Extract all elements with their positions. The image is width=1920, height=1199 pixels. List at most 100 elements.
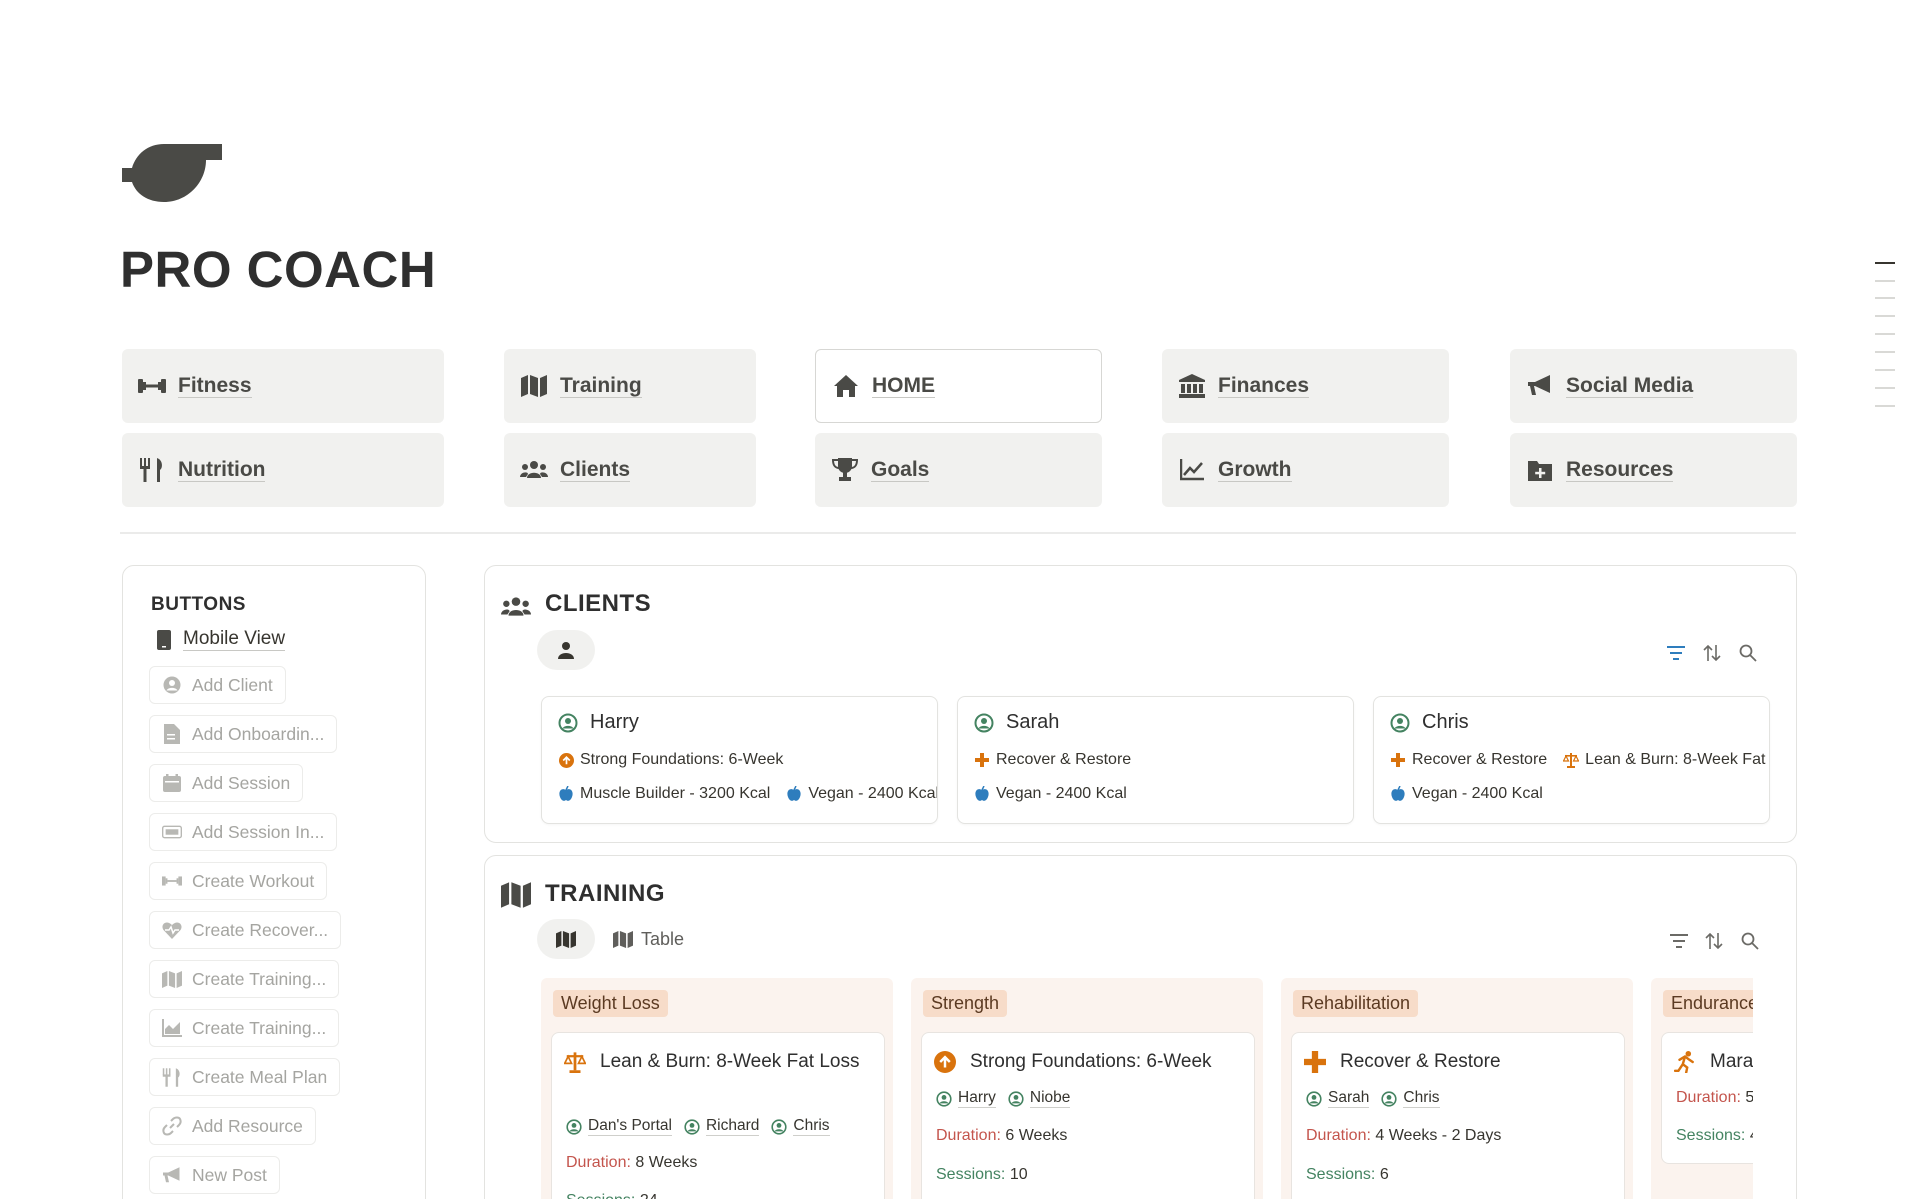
nav-growth[interactable]: Growth [1162, 433, 1449, 507]
search-icon[interactable] [1737, 642, 1759, 664]
duration-field: Duration: 5 W [1676, 1089, 1753, 1107]
client-chip[interactable]: Niobe [1008, 1089, 1071, 1108]
outline-mark[interactable] [1875, 351, 1895, 353]
add-session-info-button[interactable]: Add Session In... [149, 813, 338, 851]
outline-mark[interactable] [1875, 262, 1895, 264]
training-card[interactable]: Recover & Restore Sarah Chris Duration: … [1291, 1032, 1625, 1199]
sessions-label: Sessions: [566, 1192, 635, 1199]
add-resource-button[interactable]: Add Resource [149, 1107, 316, 1145]
clients-view-tab[interactable] [537, 630, 595, 670]
nav-clients[interactable]: Clients [504, 433, 756, 507]
create-meal-plan-button[interactable]: Create Meal Plan [149, 1058, 341, 1096]
button-label: Create Recover... [192, 919, 329, 940]
outline-mark[interactable] [1875, 369, 1895, 371]
client-chip-name: Chris [793, 1117, 830, 1136]
heartbeat-icon [162, 920, 182, 940]
nav-training[interactable]: Training [504, 349, 756, 423]
client-chip[interactable]: Sarah [1306, 1089, 1370, 1108]
filter-icon[interactable] [1665, 642, 1687, 664]
outline-mark[interactable] [1875, 315, 1895, 317]
training-clients: Dan's Portal Richard Chris [566, 1117, 842, 1136]
client-chip[interactable]: Chris [1381, 1089, 1440, 1108]
map-icon [162, 969, 182, 989]
duration-value-2: 2 [1451, 1127, 1461, 1144]
nav-fitness[interactable]: Fitness [122, 349, 444, 423]
duration-unit: Weeks [1388, 1127, 1438, 1144]
add-client-button[interactable]: Add Client [149, 666, 286, 704]
meal-tag: Muscle Builder - 3200 Kcal [558, 785, 770, 803]
client-programs: Recover & Restore [974, 751, 1147, 769]
create-workout-button[interactable]: Create Workout [149, 862, 328, 900]
training-card[interactable]: Marath Duration: 5 W Sessions: 4 [1661, 1032, 1753, 1164]
button-label: Add Session In... [192, 821, 325, 842]
client-chip[interactable]: Dan's Portal [566, 1117, 672, 1136]
create-training-log-button[interactable]: Create Training... [149, 1009, 340, 1047]
add-session-button[interactable]: Add Session [149, 764, 304, 802]
client-chip[interactable]: Richard [684, 1117, 760, 1136]
page-title: PRO COACH [120, 241, 437, 298]
map-icon [520, 372, 548, 400]
whistle-icon [122, 144, 222, 202]
client-programs: Strong Foundations: 6-Week [558, 751, 799, 769]
outline-mark[interactable] [1875, 297, 1895, 299]
meal-label: Vegan - 2400 Kcal [996, 785, 1127, 802]
phone-icon [157, 629, 171, 650]
client-card[interactable]: Chris Recover & Restore Lean & Burn: 8-W… [1373, 696, 1770, 824]
duration-field: Duration: 4 Weeks - 2 Days [1306, 1127, 1501, 1145]
nav-nutrition[interactable]: Nutrition [122, 433, 444, 507]
training-card[interactable]: Lean & Burn: 8-Week Fat Loss Dan's Porta… [551, 1032, 885, 1199]
duration-value: 5 [1745, 1089, 1753, 1106]
client-chip[interactable]: Harry [936, 1089, 996, 1108]
button-label: Create Training... [192, 968, 327, 989]
clients-title: CLIENTS [545, 590, 652, 617]
client-card[interactable]: Sarah Recover & Restore Vegan - 2400 Kca… [957, 696, 1354, 824]
sort-icon[interactable] [1701, 642, 1723, 664]
duration-unit-2: Days [1464, 1127, 1502, 1144]
nav-goals[interactable]: Goals [815, 433, 1102, 507]
create-recovery-button[interactable]: Create Recover... [149, 911, 342, 949]
training-title-text: Lean & Burn: 8-Week Fat Loss [600, 1051, 860, 1072]
nav-social-media[interactable]: Social Media [1510, 349, 1797, 423]
arrow-up-circle-icon [934, 1051, 956, 1073]
client-card[interactable]: Harry Strong Foundations: 6-Week Muscle … [541, 696, 938, 824]
training-title-text: Recover & Restore [1340, 1051, 1501, 1072]
board-column-endurance: Endurance Marath Duration: 5 W Sessions:… [1651, 978, 1753, 1199]
client-chip-name: Niobe [1029, 1089, 1071, 1108]
outline-mark[interactable] [1875, 405, 1895, 407]
mobile-view-label: Mobile View [183, 628, 286, 651]
client-chip-name: Harry [958, 1089, 996, 1108]
nav-resources[interactable]: Resources [1510, 433, 1797, 507]
client-meal-plans: Vegan - 2400 Kcal [1390, 785, 1559, 803]
create-training-button[interactable]: Create Training... [149, 960, 340, 998]
meal-label: Vegan - 2400 Kcal [808, 785, 938, 802]
training-card[interactable]: Strong Foundations: 6-Week Harry Niobe D… [921, 1032, 1255, 1199]
chart-area-icon [162, 1018, 182, 1038]
sessions-value: 6 [1379, 1166, 1389, 1183]
sessions-field: Sessions: 24 [566, 1192, 658, 1199]
new-post-button[interactable]: New Post [149, 1156, 280, 1194]
runner-icon [1674, 1051, 1694, 1073]
nav-label: Training [560, 373, 642, 399]
program-label: Recover & Restore [1412, 751, 1548, 768]
sessions-value: 24 [640, 1192, 658, 1199]
button-label: Create Meal Plan [192, 1066, 328, 1087]
client-chip[interactable]: Chris [771, 1117, 830, 1136]
button-label: Create Workout [192, 870, 315, 891]
outline-mark[interactable] [1875, 333, 1895, 335]
duration-field: Duration: 8 Weeks [566, 1154, 697, 1172]
board-column-strength: Strength Strong Foundations: 6-Week Harr… [911, 978, 1263, 1199]
nav-label: Growth [1218, 457, 1292, 483]
user-circle-icon [684, 1118, 700, 1135]
apple-icon [1390, 786, 1406, 802]
outline-mark[interactable] [1875, 387, 1895, 389]
board-viewport: Weight Loss Lean & Burn: 8-Week Fat Loss… [541, 856, 1753, 1199]
mobile-view-link[interactable]: Mobile View [157, 628, 286, 651]
outline-mark[interactable] [1875, 280, 1895, 282]
group-badge: Endurance [1663, 990, 1753, 1017]
scale-icon [1563, 752, 1580, 768]
nav-finances[interactable]: Finances [1162, 349, 1449, 423]
bank-icon [1178, 372, 1206, 400]
add-onboarding-button[interactable]: Add Onboardin... [149, 715, 338, 753]
nav-home[interactable]: HOME [815, 349, 1102, 423]
megaphone-icon [1526, 372, 1554, 400]
